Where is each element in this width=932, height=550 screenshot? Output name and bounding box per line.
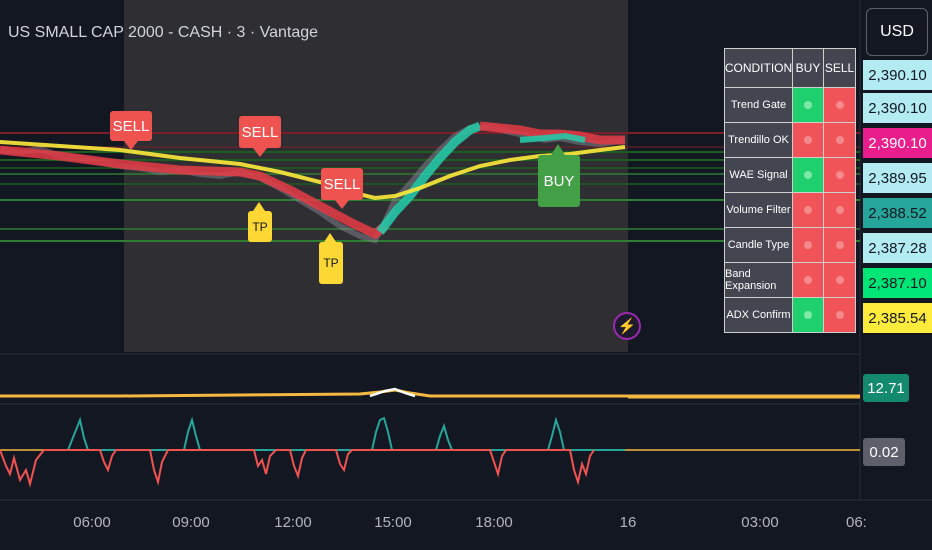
status-dot-icon — [835, 311, 844, 319]
trend-band-teal-right — [519, 132, 586, 143]
table-row: ADX Confirm — [725, 297, 855, 332]
header-buy: BUY — [793, 49, 824, 87]
price-tag: 2,388.52 — [863, 198, 932, 228]
time-label: 03:00 — [741, 514, 779, 531]
time-label: 18:00 — [475, 514, 513, 531]
status-dot-icon — [835, 206, 844, 214]
price-tag: 2,390.10 — [863, 93, 932, 123]
oscillator-value-badge: 0.02 — [863, 438, 905, 466]
price-tag: 2,387.28 — [863, 233, 932, 263]
buy-label: BUY — [543, 172, 575, 190]
header-sell: SELL — [824, 49, 855, 87]
status-dot-icon — [835, 101, 844, 109]
condition-label: ADX Confirm — [725, 298, 793, 332]
buy-state-cell — [793, 193, 824, 227]
sell-state-cell — [824, 193, 855, 227]
table-row: Band Expansion — [725, 262, 855, 297]
sell-state-cell — [824, 158, 855, 192]
price-tag: 2,385.54 — [863, 303, 932, 333]
price-tag: 2,389.95 — [863, 163, 932, 193]
table-body: Trend Gate Trendillo OK WAE Signal Volume F… — [725, 87, 855, 332]
table-row: WAE Signal — [725, 157, 855, 192]
status-dot-icon — [804, 311, 812, 319]
time-label: 15:00 — [374, 514, 412, 531]
price-tag: 2,387.10 — [863, 268, 932, 298]
header-condition: CONDITION — [725, 49, 793, 87]
price-tag: 2,390.10 — [863, 60, 932, 90]
time-label: 09:00 — [172, 514, 210, 531]
status-dot-icon — [835, 171, 844, 179]
condition-label: WAE Signal — [725, 158, 793, 192]
time-label: 12:00 — [274, 514, 312, 531]
buy-state-cell — [793, 88, 824, 122]
sell-state-cell — [824, 263, 855, 297]
status-dot-icon — [804, 206, 812, 214]
time-label: 06: — [846, 514, 867, 531]
volume-value-badge: 12.71 — [863, 374, 909, 402]
buy-state-cell — [793, 228, 824, 262]
status-dot-icon — [835, 276, 844, 284]
sell-label: SELL — [323, 175, 361, 193]
sell-state-cell — [824, 88, 855, 122]
status-dot-icon — [804, 171, 812, 179]
condition-label: Candle Type — [725, 228, 793, 262]
oscillator-pane — [0, 416, 860, 488]
sell-label: SELL — [112, 117, 150, 135]
status-dot-icon — [804, 276, 812, 284]
buy-state-cell — [793, 263, 824, 297]
condition-label: Trendillo OK — [725, 123, 793, 157]
buy-state-cell — [793, 123, 824, 157]
condition-table: CONDITION BUY SELL Trend Gate Trendillo O… — [724, 48, 856, 333]
status-dot-icon — [804, 241, 812, 249]
lightning-icon[interactable]: ⚡ — [613, 312, 641, 340]
sell-label: SELL — [241, 123, 279, 141]
status-dot-icon — [835, 136, 844, 144]
tp-label: TP — [252, 219, 268, 234]
table-row: Volume Filter — [725, 192, 855, 227]
time-label: 16 — [619, 514, 637, 531]
buy-state-cell — [793, 298, 824, 332]
table-header: CONDITION BUY SELL — [725, 49, 855, 87]
price-tag: 2,390.10 — [863, 128, 932, 158]
status-dot-icon — [804, 136, 812, 144]
buy-state-cell — [793, 158, 824, 192]
volume-pane — [0, 387, 860, 399]
table-row: Candle Type — [725, 227, 855, 262]
status-dot-icon — [835, 241, 844, 249]
condition-label: Trend Gate — [725, 88, 793, 122]
table-row: Trendillo OK — [725, 122, 855, 157]
condition-label: Volume Filter — [725, 193, 793, 227]
table-row: Trend Gate — [725, 87, 855, 122]
sell-state-cell — [824, 298, 855, 332]
tp-label: TP — [323, 256, 339, 270]
condition-label: Band Expansion — [725, 263, 793, 297]
sell-state-cell — [824, 123, 855, 157]
status-dot-icon — [804, 101, 812, 109]
time-label: 06:00 — [73, 514, 111, 531]
sell-state-cell — [824, 228, 855, 262]
chart-title: US SMALL CAP 2000 - CASH · 3 · Vantage — [8, 24, 319, 41]
currency-button[interactable]: USD — [866, 8, 928, 56]
